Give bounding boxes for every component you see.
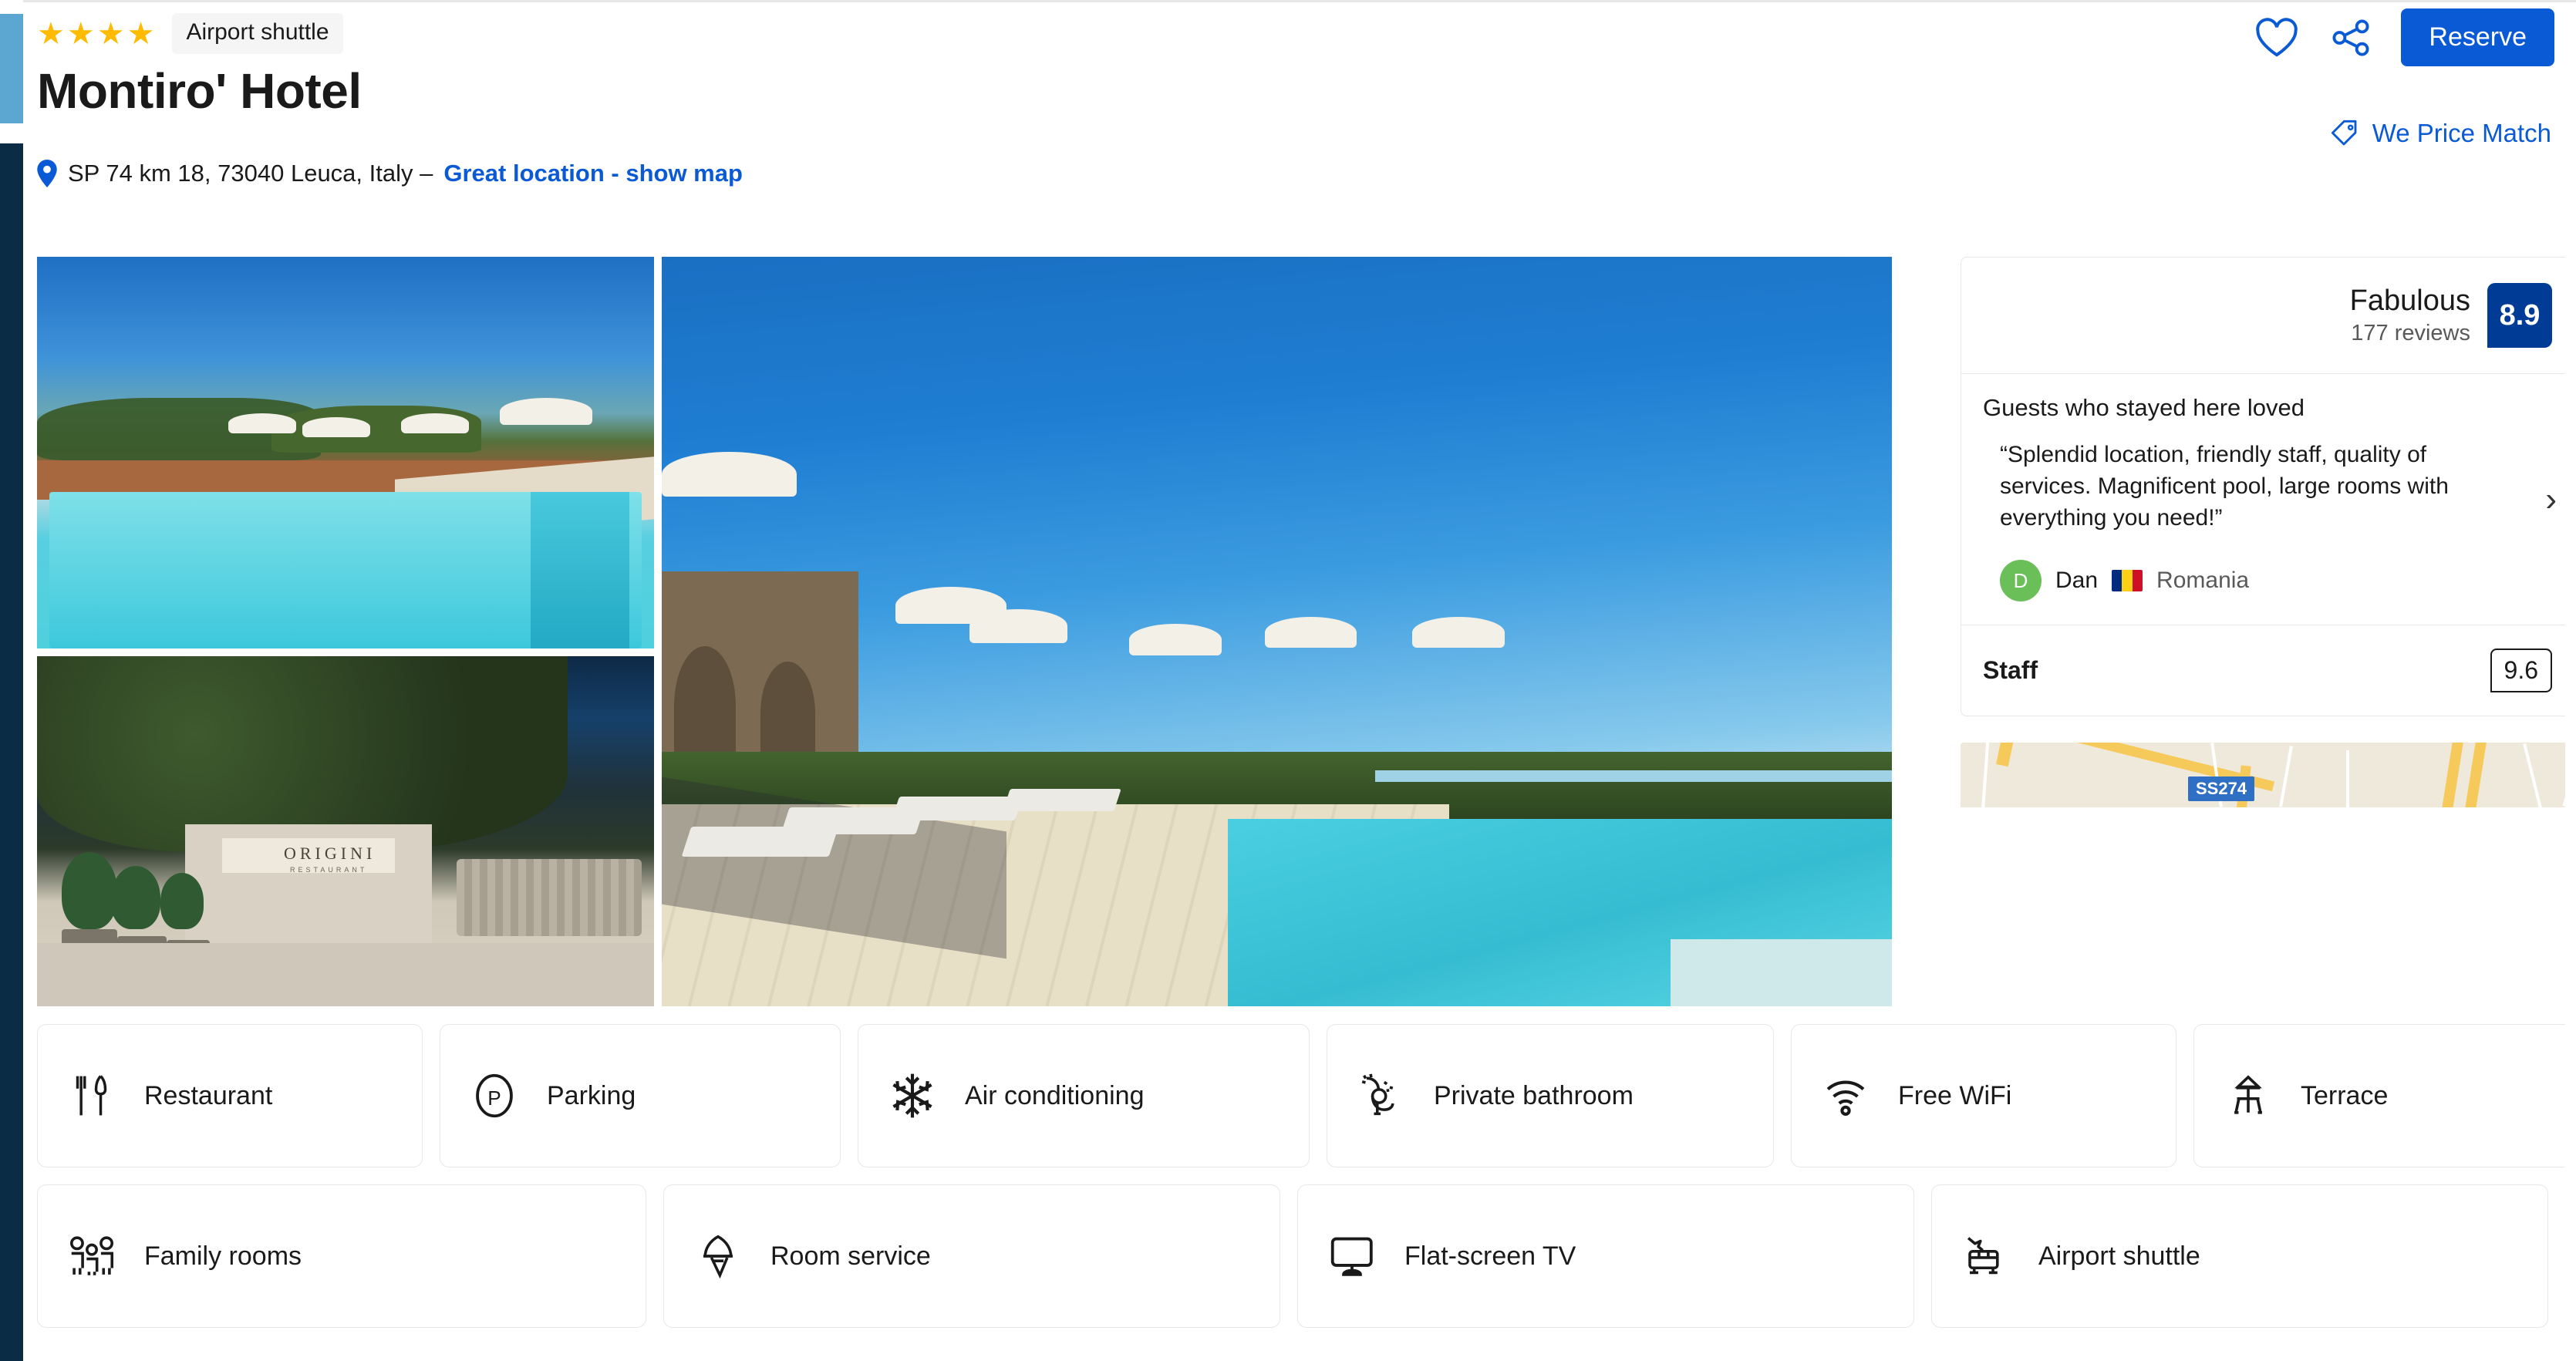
amenity-label: Air conditioning (965, 1080, 1145, 1110)
wifi-icon (1818, 1068, 1873, 1123)
price-match[interactable]: We Price Match (2329, 118, 2551, 149)
tv-icon (1324, 1228, 1380, 1284)
cutlery-icon (64, 1068, 120, 1123)
browser-edge-dark (0, 143, 23, 1361)
amenity-label: Airport shuttle (2038, 1241, 2200, 1271)
price-match-label: We Price Match (2372, 119, 2551, 147)
star-icon: ★ (37, 16, 66, 51)
amenity-label: Terrace (2301, 1080, 2389, 1110)
restaurant-sign: ORIGINI (284, 843, 376, 863)
score-text-group: Fabulous 177 reviews (2350, 283, 2470, 348)
score-badge: 8.9 (2487, 283, 2552, 348)
share-icon[interactable] (2327, 14, 2375, 62)
amenities-row-2: Family rooms Room service Flat-screen TV… (37, 1184, 2565, 1328)
amenity-air-conditioning[interactable]: Air conditioning (858, 1024, 1310, 1167)
hotel-header: ★ ★ ★ ★ Airport shuttle Montiro' Hotel SP 7… (23, 2, 2565, 234)
avatar: D (2000, 560, 2042, 601)
amenity-restaurant[interactable]: Restaurant (37, 1024, 423, 1167)
star-icon: ★ (66, 16, 96, 51)
amenity-label: Private bathroom (1434, 1080, 1634, 1110)
restaurant-sign-sub: RESTAURANT (290, 866, 368, 874)
guest-review-section: Guests who stayed here loved “Splendid l… (1961, 373, 2565, 625)
location-pin-icon (37, 160, 57, 187)
gallery-thumbnails: ORIGINI RESTAURANT (37, 257, 654, 1006)
heart-icon[interactable] (2253, 14, 2301, 62)
map-preview[interactable]: SS274 (1961, 743, 2565, 807)
amenities-section: Restaurant P Parking Air conditioning Pr… (37, 1024, 2565, 1345)
amenity-label: Room service (770, 1241, 931, 1271)
amenity-label: Flat-screen TV (1404, 1241, 1576, 1271)
address-text: SP 74 km 18, 73040 Leuca, Italy – (68, 160, 433, 187)
amenity-label: Family rooms (144, 1241, 302, 1271)
tag-icon (2329, 118, 2360, 149)
gallery-thumb-pool[interactable] (37, 257, 654, 648)
amenity-family-rooms[interactable]: Family rooms (37, 1184, 646, 1328)
amenities-row-1: Restaurant P Parking Air conditioning Pr… (37, 1024, 2565, 1167)
amenity-private-bathroom[interactable]: Private bathroom (1327, 1024, 1774, 1167)
room-service-icon (690, 1228, 746, 1284)
loved-title: Guests who stayed here loved (1983, 394, 2305, 421)
review-count: 177 reviews (2351, 321, 2470, 345)
score-label: Fabulous (2349, 285, 2470, 317)
chevron-right-icon[interactable]: › (2545, 482, 2557, 517)
reserve-button[interactable]: Reserve (2401, 8, 2554, 66)
score-summary[interactable]: Fabulous 177 reviews 8.9 (1961, 258, 2565, 373)
amenity-free-wifi[interactable]: Free WiFi (1791, 1024, 2176, 1167)
show-map-link[interactable]: Great location - show map (443, 160, 743, 187)
airport-shuttle-badge: Airport shuttle (172, 13, 343, 54)
svg-text:P: P (487, 1086, 501, 1110)
amenity-terrace[interactable]: Terrace (2193, 1024, 2565, 1167)
gallery-hero-image[interactable] (662, 257, 1892, 1006)
review-quote: “Splendid location, friendly staff, qual… (2000, 442, 2449, 531)
amenity-label: Free WiFi (1898, 1080, 2012, 1110)
amenity-room-service[interactable]: Room service (663, 1184, 1280, 1328)
snowflake-icon (885, 1068, 940, 1123)
parking-icon: P (467, 1068, 522, 1123)
browser-edge-light (0, 14, 23, 123)
star-icon: ★ (126, 16, 156, 51)
shuttle-icon (1958, 1228, 2014, 1284)
subscore-staff: Staff 9.6 (1961, 625, 2565, 716)
star-rating: ★ ★ ★ ★ (37, 19, 155, 49)
amenity-parking[interactable]: P Parking (440, 1024, 841, 1167)
review-score-card: Fabulous 177 reviews 8.9 Guests who stay… (1961, 257, 2565, 716)
romania-flag-icon (2112, 570, 2143, 591)
shower-icon (1354, 1068, 1409, 1123)
header-actions: Reserve (2253, 8, 2554, 66)
rating-row: ★ ★ ★ ★ Airport shuttle (37, 13, 343, 54)
reviewer-name: Dan (2055, 568, 2099, 593)
terrace-icon (2220, 1068, 2276, 1123)
reviewer-row: D Dan Romania (2000, 560, 2552, 601)
amenity-label: Parking (547, 1080, 636, 1110)
reviewer-country: Romania (2156, 568, 2250, 593)
subscore-value: 9.6 (2490, 648, 2552, 692)
road-shield: SS274 (2188, 777, 2255, 801)
subscore-label: Staff (1983, 656, 2038, 684)
hotel-page: ★ ★ ★ ★ Airport shuttle Montiro' Hotel SP 7… (23, 2, 2565, 1361)
review-rail: Fabulous 177 reviews 8.9 Guests who stay… (1961, 257, 2565, 807)
page-title: Montiro' Hotel (37, 63, 362, 119)
amenity-label: Restaurant (144, 1080, 273, 1110)
amenity-flat-screen-tv[interactable]: Flat-screen TV (1297, 1184, 1914, 1328)
family-icon (64, 1228, 120, 1284)
amenity-airport-shuttle[interactable]: Airport shuttle (1931, 1184, 2548, 1328)
star-icon: ★ (96, 16, 126, 51)
address-row: SP 74 km 18, 73040 Leuca, Italy – Great … (37, 160, 743, 187)
gallery-thumb-restaurant[interactable]: ORIGINI RESTAURANT (37, 656, 654, 1006)
